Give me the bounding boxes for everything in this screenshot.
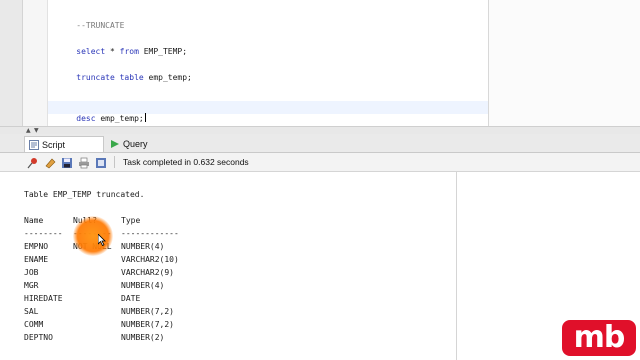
editor-gutter xyxy=(0,0,23,126)
code-line-truncate[interactable]: truncate table emp_temp; xyxy=(57,63,192,93)
sql-editor[interactable]: --TRUNCATE select * from EMP_TEMP; trunc… xyxy=(0,0,640,126)
eraser-icon[interactable] xyxy=(44,156,56,169)
table-row-name: MGR xyxy=(24,281,39,290)
table-row-type: DATE xyxy=(121,294,141,303)
table-row-name: EMPNO xyxy=(24,242,49,251)
splitter-down-arrow-icon[interactable]: ▼ xyxy=(34,127,39,134)
table-row-type: NUMBER(2) xyxy=(121,333,165,342)
table-row-type: NUMBER(7,2) xyxy=(121,320,174,329)
header-name: Name xyxy=(24,216,44,225)
table-row-name: COMM xyxy=(24,320,44,329)
output-tab-bar: Script Output× Query Result× xyxy=(0,134,640,168)
keyword-select: select xyxy=(76,47,106,56)
line-number-gutter xyxy=(23,0,48,126)
mb-watermark-logo: mb xyxy=(562,320,636,356)
table-row-name: JOB xyxy=(24,268,39,277)
script-output-panel[interactable] xyxy=(0,172,640,360)
run-icon xyxy=(110,138,120,154)
print-icon[interactable] xyxy=(78,156,90,169)
select-table: EMP_TEMP; xyxy=(138,47,188,56)
keyword-desc: desc xyxy=(76,114,96,123)
text-cursor xyxy=(144,113,146,122)
export-icon[interactable] xyxy=(95,156,107,168)
sql-comment: --TRUNCATE xyxy=(76,21,125,30)
table-row-type: NUMBER(7,2) xyxy=(121,307,174,316)
output-message: Table EMP_TEMP truncated. xyxy=(24,190,145,199)
click-highlight xyxy=(73,216,113,256)
table-row-type: VARCHAR2(10) xyxy=(121,255,179,264)
table-row-name: SAL xyxy=(24,307,39,316)
keyword-from: from xyxy=(119,47,139,56)
truncate-table-name: emp_temp; xyxy=(143,73,192,82)
toolbar-separator xyxy=(114,156,115,168)
header-type: Type xyxy=(121,216,141,225)
keyword-truncate-table: truncate table xyxy=(76,73,144,82)
header-underline-name: -------- xyxy=(24,229,63,238)
output-divider xyxy=(456,172,457,360)
splitter-up-arrow-icon[interactable]: ▲ xyxy=(26,127,31,134)
table-row-type: NUMBER(4) xyxy=(121,242,165,251)
editor-right-area xyxy=(489,0,640,126)
table-row-type: NUMBER(4) xyxy=(121,281,165,290)
pin-icon[interactable] xyxy=(27,156,39,169)
table-row-type: VARCHAR2(9) xyxy=(121,268,174,277)
select-star: * xyxy=(105,47,120,56)
table-row-name: DEPTNO xyxy=(24,333,53,342)
output-toolbar: Task completed in 0.632 seconds xyxy=(0,153,640,172)
table-row-name: HIREDATE xyxy=(24,294,63,303)
mouse-pointer-icon xyxy=(97,231,106,250)
tab-script-output[interactable]: Script Output× xyxy=(24,136,104,168)
header-underline-type: ------------ xyxy=(121,229,179,238)
save-icon[interactable] xyxy=(61,156,73,168)
table-row-name: ENAME xyxy=(24,255,49,264)
desc-table-name: emp_temp; xyxy=(95,114,144,123)
tab-query-result[interactable]: Query Result× xyxy=(106,136,186,167)
task-status: Task completed in 0.632 seconds xyxy=(123,157,249,167)
